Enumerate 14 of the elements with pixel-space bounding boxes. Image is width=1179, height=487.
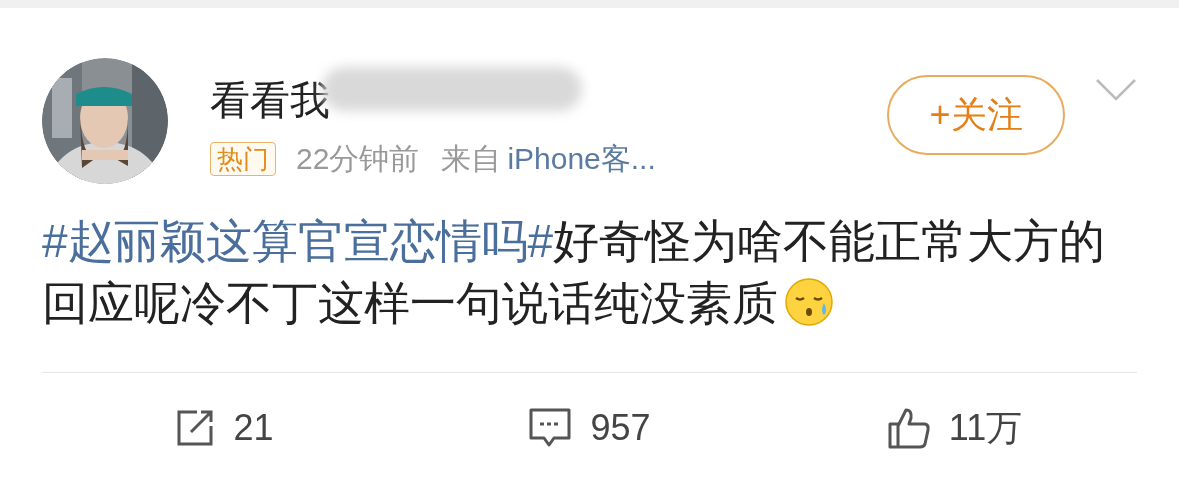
- post-time: 22分钟前: [296, 144, 420, 174]
- source-link[interactable]: iPhone客...: [507, 144, 656, 174]
- hashtag-link[interactable]: #赵丽颖这算官宣恋情吗#: [42, 215, 554, 267]
- hot-label: 热门: [210, 142, 276, 176]
- post-text: #赵丽颖这算官宣恋情吗#好奇怪为啥不能正常大方的回应呢冷不丁这样一句说话纯没素质: [42, 214, 1107, 331]
- source-label: 来自: [441, 144, 502, 174]
- comment-count[interactable]: 957: [590, 401, 651, 455]
- chevron-down-icon[interactable]: [1095, 78, 1137, 102]
- user-name[interactable]: 看看我: [210, 80, 330, 120]
- share-icon: [175, 408, 216, 448]
- sweat-face-icon: [784, 277, 834, 327]
- thumbs-up-icon: [886, 406, 931, 450]
- like-count[interactable]: 11万: [948, 401, 1023, 455]
- repost-count[interactable]: 21: [233, 401, 274, 455]
